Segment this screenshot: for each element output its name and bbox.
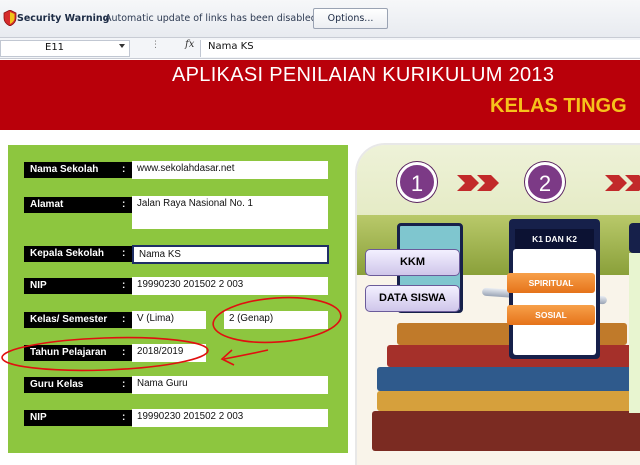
name-box[interactable]: E11 bbox=[0, 40, 130, 57]
label-text: Kepala Sekolah bbox=[30, 248, 104, 259]
label-colon: : bbox=[122, 248, 126, 259]
annotation-circle-tahun bbox=[1, 336, 209, 372]
red-annotation-marks bbox=[1, 296, 342, 372]
arrow-right-icon bbox=[457, 175, 479, 191]
formula-input[interactable]: Nama KS bbox=[200, 40, 640, 57]
security-warning-bar: Security Warning Automatic update of lin… bbox=[0, 0, 640, 38]
field-label-nama-sekolah: Nama Sekolah: bbox=[24, 162, 138, 178]
step-1-circle[interactable]: 1 bbox=[397, 162, 437, 202]
step-3-content bbox=[629, 253, 640, 413]
annotation-circle-semester bbox=[212, 296, 342, 344]
data-siswa-button[interactable]: DATA SISWA bbox=[365, 285, 460, 312]
field-label-nip-guru: NIP: bbox=[24, 410, 138, 426]
security-warning-message: Automatic update of links has been disab… bbox=[105, 13, 317, 24]
cell-reference: E11 bbox=[45, 42, 65, 53]
arrow-right-icon bbox=[625, 175, 640, 191]
label-text: Alamat bbox=[30, 199, 64, 210]
book-illustration bbox=[377, 391, 640, 411]
options-button[interactable]: Options... bbox=[313, 8, 388, 29]
app-title: APLIKASI PENILAIAN KURIKULUM 2013 bbox=[172, 64, 555, 86]
label-colon: : bbox=[122, 412, 126, 423]
insert-function-icon[interactable]: fx bbox=[185, 39, 194, 50]
nip-guru-field[interactable]: 19990230 201502 2 003 bbox=[132, 409, 328, 427]
label-text: Guru Kelas bbox=[30, 379, 84, 390]
book-illustration bbox=[372, 411, 640, 451]
step-2-circle[interactable]: 2 bbox=[525, 162, 565, 202]
label-colon: : bbox=[122, 164, 126, 175]
field-label-kepala-sekolah: Kepala Sekolah: bbox=[24, 246, 138, 262]
navigation-graphic: 1 2 KKM DATA SISWA K1 DAN K2 SPIRITUAL S… bbox=[357, 145, 640, 465]
security-warning-title: Security Warning bbox=[17, 13, 110, 24]
splitter-handle[interactable]: ⋮ bbox=[151, 40, 161, 50]
label-text: NIP bbox=[30, 412, 47, 423]
sosial-button[interactable]: SOSIAL bbox=[507, 305, 595, 325]
formula-bar: E11 ⋮ fx Nama KS bbox=[0, 38, 640, 59]
step-3-panel bbox=[629, 223, 640, 253]
spiritual-button[interactable]: SPIRITUAL bbox=[507, 273, 595, 293]
kepala-sekolah-field[interactable]: Nama KS bbox=[132, 245, 329, 264]
label-colon: : bbox=[122, 199, 126, 210]
arrow-right-icon bbox=[605, 175, 627, 191]
k1-k2-header: K1 DAN K2 bbox=[515, 229, 594, 249]
step-2-content bbox=[513, 249, 596, 355]
field-label-alamat: Alamat: bbox=[24, 197, 138, 213]
chevron-down-icon[interactable] bbox=[119, 44, 125, 48]
app-subtitle: KELAS TINGG bbox=[490, 95, 627, 117]
kkm-button[interactable]: KKM bbox=[365, 249, 460, 276]
alamat-field[interactable]: Jalan Raya Nasional No. 1 bbox=[132, 196, 328, 229]
arrow-right-icon bbox=[477, 175, 499, 191]
formula-value: Nama KS bbox=[208, 41, 254, 52]
label-text: Nama Sekolah bbox=[30, 164, 99, 175]
shield-warning-icon bbox=[3, 10, 17, 26]
book-illustration bbox=[377, 367, 640, 391]
nama-sekolah-field[interactable]: www.sekolahdasar.net bbox=[132, 161, 328, 179]
